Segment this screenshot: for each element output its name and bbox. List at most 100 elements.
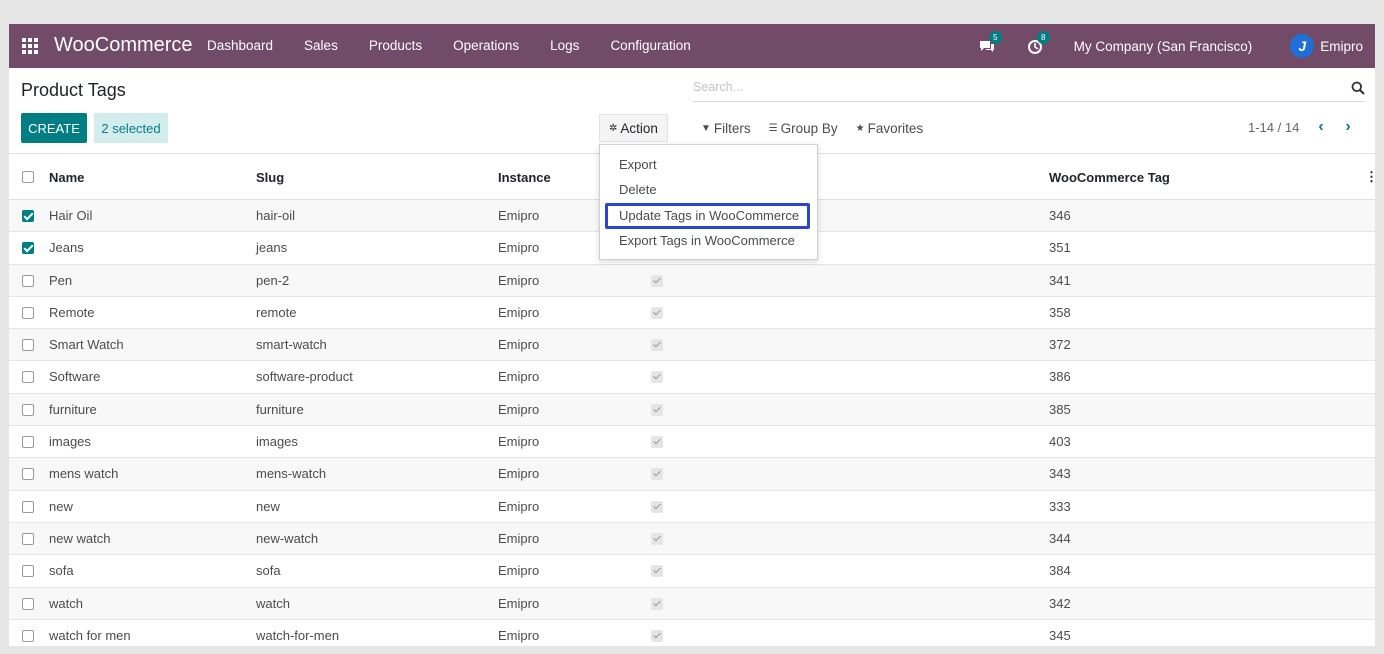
table-row[interactable]: Smart Watch smart-watch Emipro 372 [9,329,1375,362]
table-row[interactable]: new new Emipro 333 [9,490,1375,523]
search-options: ▼ Filters ☰ Group By ★ Favorites [701,121,941,136]
action-button[interactable]: ✲ Action [599,114,668,142]
apps-menu-icon[interactable] [22,38,38,54]
cell-instance: Emipro [498,434,540,450]
row-checkbox[interactable] [22,339,34,352]
table-row[interactable]: images images Emipro 403 [9,426,1375,459]
action-delete[interactable]: Delete [619,182,657,197]
table-row[interactable]: watch for men watch-for-men Emipro 345 [9,619,1375,646]
table-row[interactable]: new watch new-watch Emipro 344 [9,522,1375,556]
table-row[interactable]: sofa sofa Emipro 384 [9,555,1375,588]
row-checkbox[interactable] [22,532,34,545]
groupby-toggle[interactable]: ☰ Group By [769,121,838,136]
row-checkbox[interactable] [22,371,34,384]
cell-name: new [49,498,73,514]
cell-name: furniture [49,401,97,417]
cell-slug: new [256,498,280,514]
gear-icon: ✲ [609,122,618,134]
action-update-tags[interactable]: Update Tags in WooCommerce [619,208,799,223]
row-checkbox[interactable] [22,565,34,578]
cell-slug: jeans [256,240,288,256]
activities-icon[interactable]: 8 [1026,31,1050,55]
table-row[interactable]: Remote remote Emipro 358 [9,296,1375,330]
row-checkbox[interactable] [22,436,34,449]
cell-instance: Emipro [498,563,540,579]
row-checkbox[interactable] [22,306,34,319]
select-all-checkbox[interactable] [22,171,34,183]
cell-name: images [49,434,91,450]
active-checkbox [651,629,663,642]
cell-woocommerce-tag: 341 [1049,272,1071,288]
chevron-left-icon[interactable]: ‹ [1314,118,1328,136]
cell-slug: mens-watch [256,466,327,482]
cell-slug: pen-2 [256,272,290,288]
pager-value[interactable]: 1-14 / 14 [1248,120,1299,135]
header-slug[interactable]: Slug [256,170,284,185]
table-row[interactable]: watch watch Emipro 342 [9,587,1375,620]
search-icon[interactable] [1351,81,1365,95]
action-export-tags[interactable]: Export Tags in WooCommerce [619,233,795,248]
user-avatar: J [1290,34,1315,58]
company-switcher[interactable]: My Company (San Francisco) [1074,39,1253,54]
table-row[interactable]: Software software-product Emipro 386 [9,361,1375,394]
header-instance[interactable]: Instance [498,170,551,185]
app-window: WooCommerce Dashboard Sales Products Ope… [9,24,1375,646]
cell-slug: new-watch [256,530,319,546]
favorites-toggle[interactable]: ★ Favorites [856,121,924,136]
cell-woocommerce-tag: 344 [1049,530,1071,546]
cell-name: new watch [49,530,111,546]
cell-woocommerce-tag: 342 [1049,595,1071,611]
active-checkbox [651,468,663,481]
table-row[interactable]: mens watch mens-watch Emipro 343 [9,458,1375,491]
row-checkbox[interactable] [22,468,34,481]
menu-configuration[interactable]: Configuration [610,38,690,53]
filter-icon: ▼ [701,123,711,134]
cell-slug: watch [256,595,290,611]
favorites-label: Favorites [867,121,924,136]
menu-operations[interactable]: Operations [453,38,519,53]
row-checkbox[interactable] [22,403,34,416]
app-brand[interactable]: WooCommerce [54,34,193,57]
filters-toggle[interactable]: ▼ Filters [701,121,751,136]
row-checkbox[interactable] [22,597,34,610]
action-export[interactable]: Export [619,157,657,172]
search-input[interactable] [693,80,1333,94]
row-checkbox[interactable] [22,242,34,255]
chevron-right-icon[interactable]: › [1341,118,1355,136]
cell-woocommerce-tag: 384 [1049,563,1071,579]
row-checkbox[interactable] [22,500,34,513]
cell-slug: hair-oil [256,208,296,223]
cell-instance: Emipro [498,337,540,353]
header-woocommerce-tag[interactable]: WooCommerce Tag [1049,170,1170,185]
menu-logs[interactable]: Logs [550,38,579,53]
row-checkbox[interactable] [22,274,34,287]
menu-sales[interactable]: Sales [304,38,338,53]
user-menu[interactable]: J Emipro [1290,34,1363,58]
cell-instance: Emipro [498,595,540,611]
cell-slug: watch-for-men [256,627,340,643]
row-checkbox[interactable] [22,210,34,222]
cell-instance: Emipro [498,240,540,256]
messages-icon[interactable]: 5 [978,31,1002,55]
cell-name: mens watch [49,466,119,482]
star-icon: ★ [855,123,865,134]
header-name[interactable]: Name [49,170,84,185]
menu-dashboard[interactable]: Dashboard [207,38,273,53]
cell-slug: software-product [256,369,353,385]
table-row[interactable]: furniture furniture Emipro 385 [9,393,1375,427]
cell-name: Software [49,369,101,385]
active-checkbox [651,565,663,578]
cell-woocommerce-tag: 351 [1049,240,1071,256]
cell-woocommerce-tag: 385 [1049,401,1071,417]
table-row[interactable]: Pen pen-2 Emipro 341 [9,264,1375,297]
row-checkbox[interactable] [22,629,34,642]
cell-slug: remote [256,304,297,320]
cell-name: Smart Watch [49,337,124,353]
menu-products[interactable]: Products [369,38,422,53]
selected-count-badge[interactable]: 2 selected [94,113,168,143]
active-checkbox [651,274,663,287]
cell-instance: Emipro [498,208,540,223]
cell-woocommerce-tag: 358 [1049,304,1071,320]
optional-columns-icon[interactable]: ⋮ [1365,169,1375,185]
create-button[interactable]: CREATE [21,113,87,143]
